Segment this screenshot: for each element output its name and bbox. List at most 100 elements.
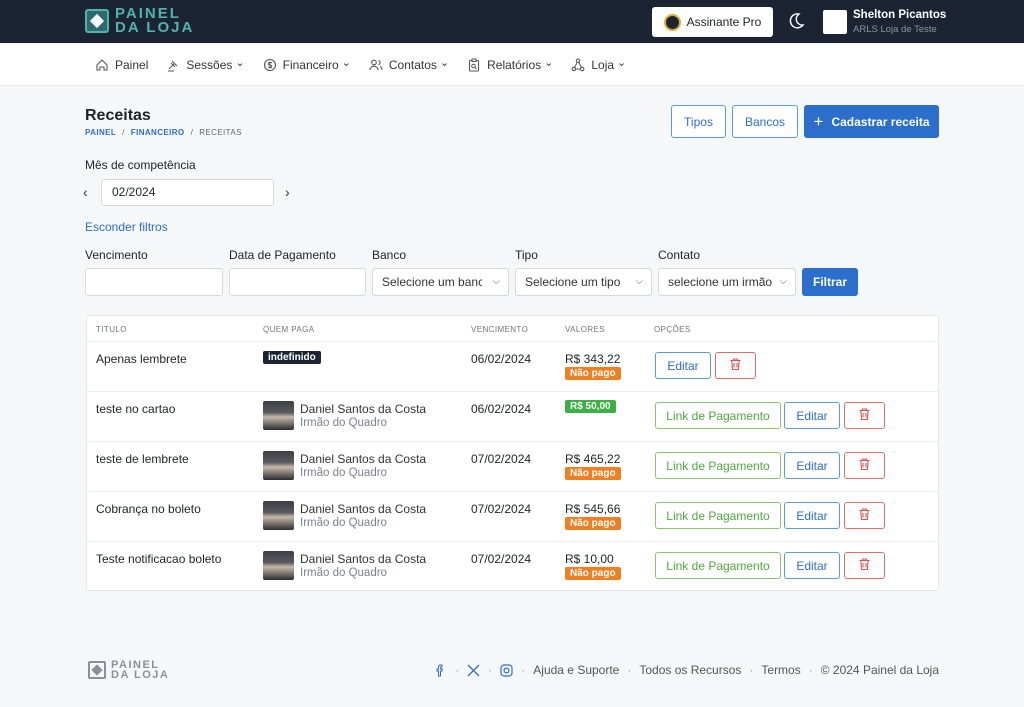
trash-icon (858, 407, 871, 424)
edit-button[interactable]: Editar (784, 452, 840, 479)
payer-undefined-badge: indefinido (263, 351, 321, 364)
payment-date-input[interactable] (229, 268, 366, 296)
chevron-down-icon: ⌄ (439, 56, 450, 69)
delete-button[interactable] (844, 452, 885, 479)
payer-name[interactable]: Daniel Santos da Costa (300, 452, 426, 466)
brand-logo[interactable]: PAINEL DA LOJA (85, 6, 195, 36)
x-twitter-icon[interactable] (467, 664, 480, 677)
bank-label: Banco (372, 248, 407, 262)
bank-select[interactable]: Selecione um banco ⌵ (372, 268, 509, 296)
edit-button[interactable]: Editar (655, 352, 711, 379)
footer-brand-line2: DA LOJA (111, 669, 170, 681)
delete-button[interactable] (844, 402, 885, 429)
header-due: VENCIMENTO (471, 325, 529, 334)
add-revenue-button[interactable]: + Cadastrar receita (804, 105, 939, 138)
gavel-icon (168, 60, 178, 72)
filter-button[interactable]: Filtrar (802, 268, 858, 296)
payer-name[interactable]: Daniel Santos da Costa (300, 402, 426, 416)
nav-item-sessoes[interactable]: Sessões ⌄ (166, 57, 245, 72)
network-icon (571, 58, 585, 71)
breadcrumb-painel[interactable]: PAINEL (85, 128, 116, 137)
contact-select[interactable]: selecione um irmão ⌵ (658, 268, 796, 296)
amount-paid-badge: R$ 50,00 (565, 400, 616, 413)
nav-item-loja[interactable]: Loja ⌄ (571, 57, 626, 72)
payer-name[interactable]: Daniel Santos da Costa (300, 552, 426, 566)
type-select[interactable]: Selecione um tipo ⌵ (515, 268, 652, 296)
chevron-down-icon: ⌵ (492, 276, 500, 287)
edit-button[interactable]: Editar (784, 402, 840, 429)
banks-button[interactable]: Bancos (732, 105, 798, 138)
facebook-icon[interactable] (434, 664, 447, 677)
contact-select-value: selecione um irmão (668, 275, 773, 289)
type-label: Tipo (515, 248, 538, 262)
chevron-down-icon: ⌵ (635, 276, 643, 287)
payment-date-label: Data de Pagamento (229, 248, 336, 262)
due-date-input[interactable] (85, 268, 223, 296)
nav-item-financeiro[interactable]: Financeiro ⌄ (263, 56, 351, 72)
chevron-down-icon: ⌄ (544, 56, 554, 69)
chevron-left-icon[interactable]: ‹ (83, 184, 88, 200)
delete-button[interactable] (715, 352, 756, 379)
nav-items: Painel Sessões ⌄ Financeiro ⌄ Contatos ⌄ Relató… (95, 43, 626, 86)
edit-button[interactable]: Editar (784, 552, 840, 579)
payment-link-button[interactable]: Link de Pagamento (655, 452, 781, 479)
top-bar: PAINEL DA LOJA Assinante Pro Shelton Pic… (0, 0, 1024, 43)
status-badge: Não pago (565, 567, 621, 580)
payer-role: Irmão do Quadro (300, 567, 387, 579)
home-icon (96, 58, 108, 71)
type-select-value: Selecione um tipo (525, 275, 621, 289)
revenue-title: Teste notificacao boleto (96, 552, 222, 566)
due-date-label: Vencimento (85, 248, 148, 262)
nav-item-label: Relatórios (487, 57, 542, 72)
dark-mode-icon[interactable] (789, 12, 805, 30)
nav-item-painel[interactable]: Painel (95, 58, 148, 72)
period-label: Mês de competência (85, 158, 196, 172)
revenue-title: Cobrança no boleto (96, 502, 201, 516)
types-button[interactable]: Tipos (671, 105, 726, 138)
payment-link-button[interactable]: Link de Pagamento (655, 402, 781, 429)
instagram-icon[interactable] (500, 663, 513, 677)
chevron-down-icon: ⌄ (341, 56, 351, 69)
contact-label: Contato (658, 248, 701, 262)
footer-link-terms[interactable]: Termos (761, 663, 800, 677)
payer-avatar (263, 551, 294, 580)
header-values: VALORES (565, 325, 605, 334)
table-row: teste no cartao Daniel Santos da Costa Irm… (87, 391, 938, 441)
logo-mark-icon (85, 9, 109, 33)
month-input[interactable]: 02/2024 (101, 179, 274, 206)
breadcrumb-financeiro[interactable]: FINANCEIRO (131, 128, 185, 137)
brand-line2: DA LOJA (115, 19, 195, 36)
due-date: 07/02/2024 (471, 452, 532, 466)
user-avatar[interactable] (823, 10, 847, 34)
footer-link-features[interactable]: Todos os Recursos (639, 663, 741, 677)
footer-logo-mark-icon (88, 661, 106, 679)
table-row: Cobrança no boleto Daniel Santos da Costa… (87, 491, 938, 541)
table-row: Teste notificacao boleto Daniel Santos da… (87, 541, 938, 591)
breadcrumb: PAINEL / FINANCEIRO / RECEITAS (85, 128, 242, 137)
subscription-pro-button[interactable]: Assinante Pro (652, 7, 773, 37)
payer-name[interactable]: Daniel Santos da Costa (300, 502, 426, 516)
chevron-down-icon: ⌵ (779, 276, 787, 287)
pro-badge-icon (663, 13, 681, 31)
nav-item-label: Contatos (388, 57, 437, 72)
footer-link-help[interactable]: Ajuda e Suporte (533, 663, 619, 677)
delete-button[interactable] (844, 552, 885, 579)
chevron-right-icon[interactable]: › (285, 184, 290, 200)
payment-link-button[interactable]: Link de Pagamento (655, 552, 781, 579)
nav-item-contatos[interactable]: Contatos ⌄ (369, 56, 450, 72)
trash-icon (729, 357, 742, 374)
edit-button[interactable]: Editar (784, 502, 840, 529)
hide-filters-link[interactable]: Esconder filtros (85, 220, 168, 234)
user-name[interactable]: Shelton Picantos (853, 9, 946, 21)
payment-link-button[interactable]: Link de Pagamento (655, 502, 781, 529)
pro-label: Assinante Pro (686, 15, 762, 29)
delete-button[interactable] (844, 502, 885, 529)
amount: R$ 545,66 (565, 502, 621, 516)
amount: R$ 343,22 (565, 352, 621, 366)
nav-item-relatorios[interactable]: Relatórios ⌄ (467, 56, 554, 72)
header-payer: QUEM PAGA (263, 325, 315, 334)
dollar-icon (263, 58, 276, 71)
trash-icon (858, 507, 871, 524)
footer-logo[interactable]: PAINEL DA LOJA (88, 660, 170, 681)
status-badge: Não pago (565, 367, 621, 380)
